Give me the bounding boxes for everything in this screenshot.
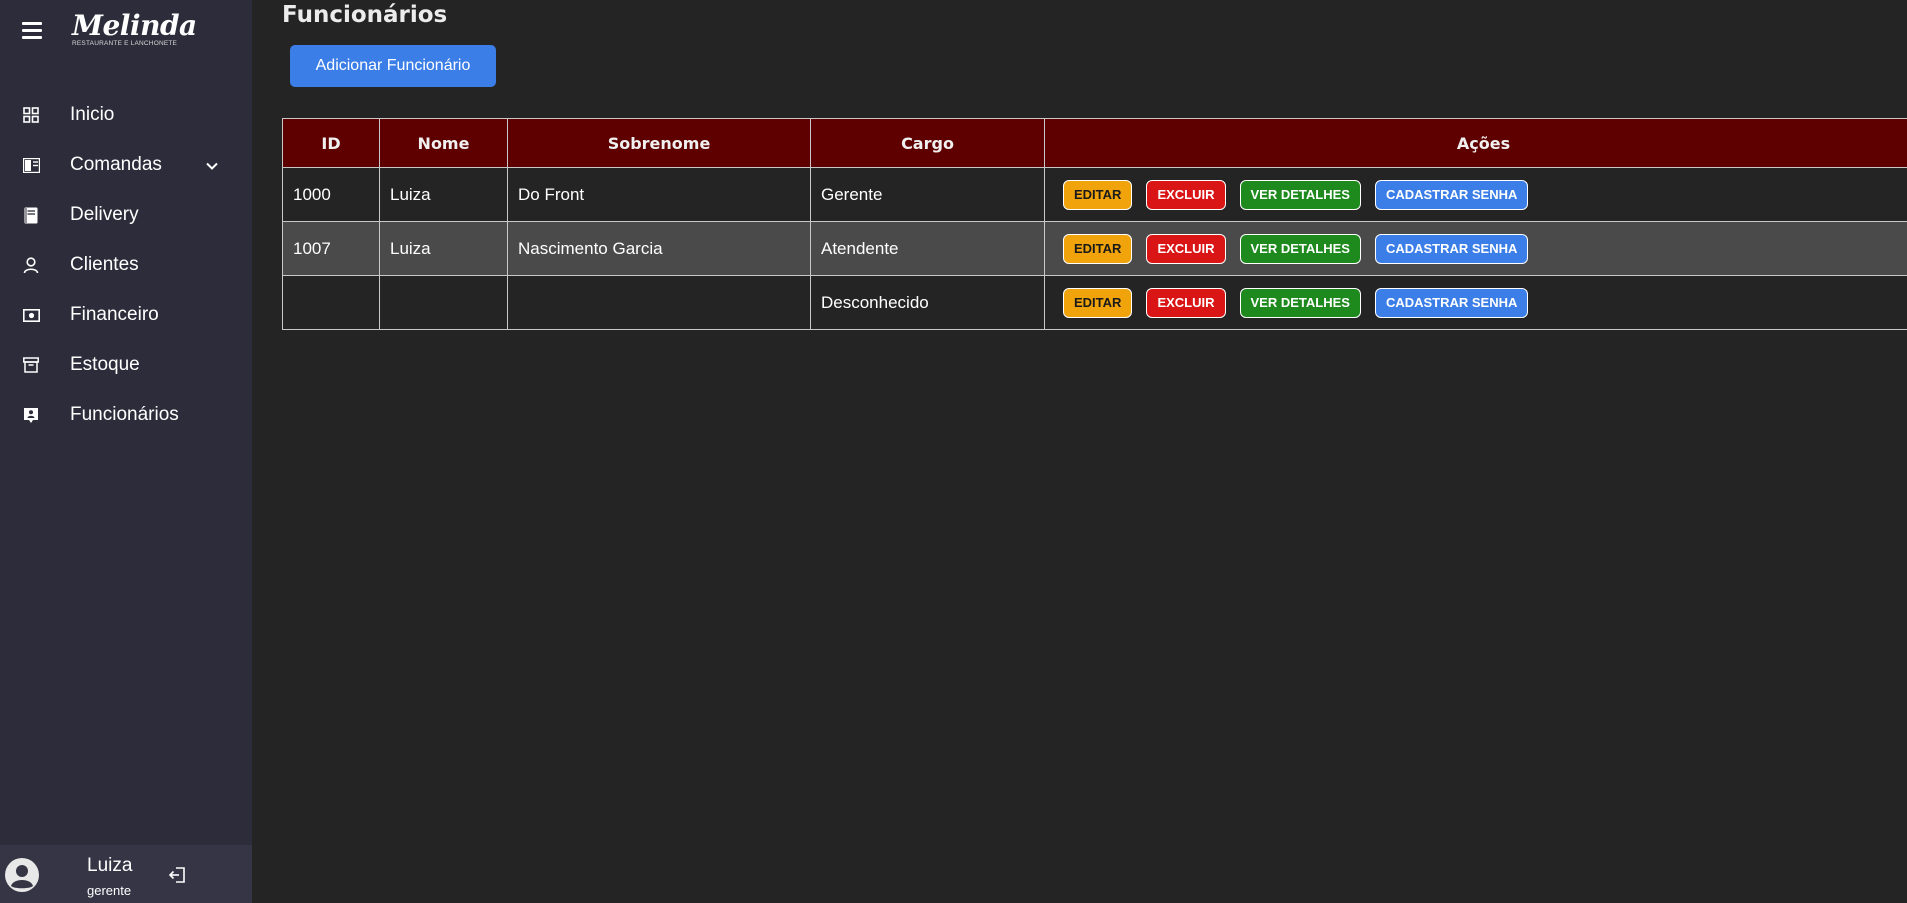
sidebar-item-financeiro[interactable]: Financeiro: [0, 290, 252, 340]
cell-actions: EDITAR EXCLUIR VER DETALHES CADASTRAR SENHA: [1044, 275, 1907, 330]
table-header-row: ID Nome Sobrenome Cargo Ações: [282, 118, 1907, 168]
table-row: 1007 Luiza Nascimento Garcia Atendente E…: [282, 221, 1907, 276]
sidebar-item-label: Estoque: [70, 354, 140, 375]
sidebar-item-label: Inicio: [70, 104, 115, 125]
register-password-button[interactable]: CADASTRAR SENHA: [1374, 233, 1529, 264]
view-details-button[interactable]: VER DETALHES: [1239, 287, 1361, 318]
edit-button[interactable]: EDITAR: [1063, 179, 1133, 210]
sidebar: Melinda RESTAURANTE E LANCHONETE Inicio …: [0, 0, 252, 903]
sidebar-item-label: Financeiro: [70, 304, 159, 325]
cell-id: 1000: [282, 167, 380, 222]
logo-title: Melinda: [72, 9, 197, 42]
register-password-button[interactable]: CADASTRAR SENHA: [1374, 287, 1529, 318]
grid-icon: [22, 106, 40, 124]
cash-icon: [22, 306, 40, 324]
employee-badge-icon: [22, 406, 40, 424]
page-title: Funcionários: [282, 2, 448, 28]
cell-id: [282, 275, 380, 330]
delete-button[interactable]: EXCLUIR: [1146, 233, 1226, 264]
logo-subtitle: RESTAURANTE E LANCHONETE: [72, 40, 178, 47]
column-header-sobrenome: Sobrenome: [507, 118, 811, 168]
sidebar-item-delivery[interactable]: Delivery: [0, 190, 252, 240]
delete-button[interactable]: EXCLUIR: [1146, 179, 1226, 210]
sidebar-nav: Inicio Comandas Delivery Clientes Financ…: [0, 90, 252, 440]
column-header-cargo: Cargo: [810, 118, 1045, 168]
sidebar-item-funcionarios[interactable]: Funcionários: [0, 390, 252, 440]
employees-table: ID Nome Sobrenome Cargo Ações 1000 Luiza…: [282, 118, 1907, 330]
archive-box-icon: [22, 356, 40, 374]
edit-button[interactable]: EDITAR: [1063, 287, 1133, 318]
view-details-button[interactable]: VER DETALHES: [1239, 233, 1361, 264]
add-employee-button[interactable]: Adicionar Funcionário: [290, 45, 496, 87]
cell-sobrenome: Do Front: [507, 167, 811, 222]
cell-nome: Luiza: [379, 167, 508, 222]
cell-actions: EDITAR EXCLUIR VER DETALHES CADASTRAR SENHA: [1044, 167, 1907, 222]
order-book-icon: [22, 156, 40, 174]
cell-nome: [379, 275, 508, 330]
cell-id: 1007: [282, 221, 380, 276]
sidebar-item-inicio[interactable]: Inicio: [0, 90, 252, 140]
user-profile: Luiza gerente: [0, 845, 252, 903]
cell-cargo: Desconhecido: [810, 275, 1045, 330]
edit-button[interactable]: EDITAR: [1063, 233, 1133, 264]
logo: Melinda RESTAURANTE E LANCHONETE: [72, 9, 197, 48]
view-details-button[interactable]: VER DETALHES: [1239, 179, 1361, 210]
cell-sobrenome: [507, 275, 811, 330]
sidebar-item-comandas[interactable]: Comandas: [0, 140, 252, 190]
main-content: Funcionários Adicionar Funcionário ID No…: [252, 0, 1907, 903]
person-icon: [22, 256, 40, 274]
sidebar-item-label: Delivery: [70, 204, 139, 225]
sidebar-item-label: Comandas: [70, 154, 162, 175]
cell-cargo: Atendente: [810, 221, 1045, 276]
chevron-down-icon[interactable]: [205, 158, 219, 172]
register-password-button[interactable]: CADASTRAR SENHA: [1374, 179, 1529, 210]
user-name: Luiza: [87, 855, 133, 876]
user-role: gerente: [87, 883, 132, 898]
table-row: Desconhecido EDITAR EXCLUIR VER DETALHES CA…: [282, 275, 1907, 330]
cell-nome: Luiza: [379, 221, 508, 276]
notebook-icon: [22, 206, 40, 224]
cell-sobrenome: Nascimento Garcia: [507, 221, 811, 276]
sidebar-item-estoque[interactable]: Estoque: [0, 340, 252, 390]
sidebar-item-clientes[interactable]: Clientes: [0, 240, 252, 290]
sidebar-item-label: Clientes: [70, 254, 139, 275]
avatar-icon[interactable]: [4, 857, 40, 893]
delete-button[interactable]: EXCLUIR: [1146, 287, 1226, 318]
cell-cargo: Gerente: [810, 167, 1045, 222]
logout-icon[interactable]: [168, 865, 188, 885]
table-row: 1000 Luiza Do Front Gerente EDITAR EXCLUI…: [282, 167, 1907, 222]
column-header-nome: Nome: [379, 118, 508, 168]
hamburger-menu-icon[interactable]: [20, 20, 44, 40]
column-header-acoes: Ações: [1044, 118, 1907, 168]
cell-actions: EDITAR EXCLUIR VER DETALHES CADASTRAR SENHA: [1044, 221, 1907, 276]
sidebar-item-label: Funcionários: [70, 404, 179, 425]
column-header-id: ID: [282, 118, 380, 168]
